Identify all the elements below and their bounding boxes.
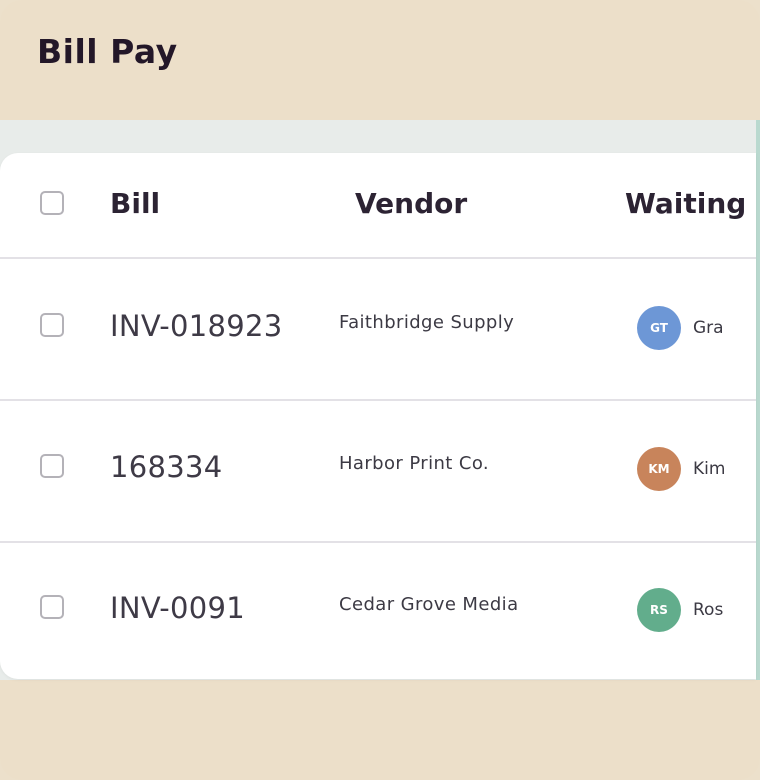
row-checkbox[interactable] xyxy=(40,454,64,478)
bill-number[interactable]: INV-0091 xyxy=(110,591,245,625)
app-frame: Bill Pay Bill Vendor Waiting o INV-01892… xyxy=(0,0,760,780)
scroll-edge xyxy=(756,120,760,680)
column-header-vendor[interactable]: Vendor xyxy=(355,187,467,220)
column-header-waiting-on[interactable]: Waiting o xyxy=(625,187,756,220)
assignee-name: Gra xyxy=(693,318,724,338)
bill-number[interactable]: 168334 xyxy=(110,450,223,484)
row-checkbox[interactable] xyxy=(40,595,64,619)
assignee-name: Kim xyxy=(693,459,726,479)
vendor-name: Cedar Grove Media xyxy=(339,594,519,615)
row-checkbox[interactable] xyxy=(40,313,64,337)
bill-number[interactable]: INV-018923 xyxy=(110,309,283,343)
column-header-bill[interactable]: Bill xyxy=(110,187,160,220)
table-row[interactable]: INV-018923 Faithbridge Supply GT Gra xyxy=(0,259,756,401)
avatar: GT xyxy=(637,306,681,350)
select-all-checkbox[interactable] xyxy=(40,191,64,215)
table-row[interactable]: 168334 Harbor Print Co. KM Kim xyxy=(0,401,756,543)
page-title: Bill Pay xyxy=(37,32,178,71)
vendor-name: Faithbridge Supply xyxy=(339,312,515,333)
table-row[interactable]: INV-0091 Cedar Grove Media RS Ros xyxy=(0,543,756,679)
bills-table: Bill Vendor Waiting o INV-018923 Faithbr… xyxy=(0,153,756,679)
vendor-name: Harbor Print Co. xyxy=(339,453,490,474)
avatar: RS xyxy=(637,588,681,632)
avatar: KM xyxy=(637,447,681,491)
table-header: Bill Vendor Waiting o xyxy=(0,153,756,259)
assignee-name: Ros xyxy=(693,600,724,620)
